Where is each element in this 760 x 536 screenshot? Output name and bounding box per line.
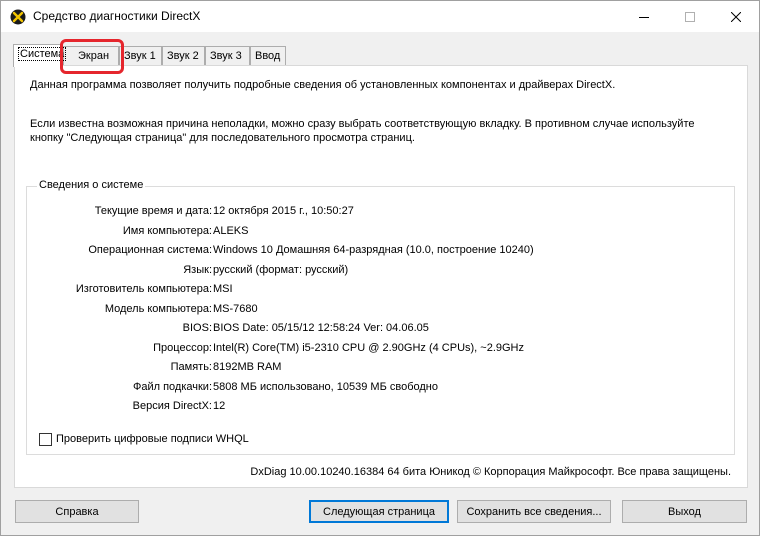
maximize-button[interactable] [667,1,713,32]
info-row-pagefile: Файл подкачки: 5808 МБ использовано, 105… [27,381,727,397]
info-row-memory: Память: 8192MB RAM [27,361,727,377]
info-value: 8192MB RAM [213,361,282,373]
info-label: Текущие время и дата: [94,205,212,217]
info-label: Память: [170,361,212,373]
info-value: 5808 МБ использовано, 10539 МБ свободно [213,380,438,393]
info-row-model: Модель компьютера: MS-7680 [27,303,727,319]
tab-sound-3-label: Звук 3 [210,50,242,62]
info-value: ALEKS [213,224,249,237]
info-row-directx-version: Версия DirectX: 12 [27,400,727,416]
info-label: Операционная система: [88,244,212,256]
title-bar[interactable]: Средство диагностики DirectX [1,1,759,32]
minimize-button[interactable] [621,1,667,32]
info-row-processor: Процессор: Intel(R) Core(TM) i5-2310 CPU… [27,342,727,358]
system-info-title: Сведения о системе [37,179,146,191]
info-row-bios: BIOS: BIOS Date: 05/15/12 12:58:24 Ver: … [27,322,727,338]
info-label: Имя компьютера: [122,224,212,237]
info-row-os: Операционная система: Windows 10 Домашня… [27,244,727,260]
info-value: 12 [213,400,226,412]
copyright-text: DxDiag 10.00.10240.16384 64 бита Юникод … [250,466,731,478]
info-label: Язык: [183,263,212,276]
intro-hint-text: Если известна возможная причина неполадк… [30,118,695,144]
info-label: Версия DirectX: [132,400,212,412]
info-row-datetime: Текущие время и дата: 12 октября 2015 г.… [27,205,727,221]
info-label: BIOS: [182,322,212,334]
info-value: MSI [213,283,233,295]
info-label: Файл подкачки: [132,380,212,393]
tab-display[interactable]: Экран [63,46,119,66]
window-title: Средство диагностики DirectX [33,9,201,23]
dxdiag-window: Средство диагностики DirectX Система Экр… [0,0,760,536]
info-label: Модель компьютера: [104,302,212,315]
info-value: MS-7680 [213,302,258,315]
whql-checkbox-label[interactable]: Проверить цифровые подписи WHQL [56,433,249,445]
tab-system-label: Система [18,47,67,61]
help-button[interactable]: Справка [15,500,139,523]
intro-text: Данная программа позволяет получить подр… [30,79,616,91]
tab-system[interactable]: Система [13,44,67,67]
whql-checkbox-row[interactable]: Проверить цифровые подписи WHQL [39,432,249,446]
tab-sound-3[interactable]: Звук 3 [205,46,250,66]
exit-button[interactable]: Выход [622,500,747,523]
info-value: Intel(R) Core(TM) i5-2310 CPU @ 2.90GHz … [213,341,524,354]
system-tab-panel: Данная программа позволяет получить подр… [14,65,748,488]
whql-checkbox[interactable] [39,432,52,446]
tab-sound-2-label: Звук 2 [167,50,199,62]
info-row-computer-name: Имя компьютера: ALEKS [27,225,727,241]
tab-input[interactable]: Ввод [250,46,286,66]
directx-icon [10,9,26,25]
tab-display-label: Экран [78,50,110,62]
next-page-button[interactable]: Следующая страница [309,500,449,523]
tab-sound-1[interactable]: Звук 1 [119,46,162,66]
info-value: русский (формат: русский) [213,263,349,276]
tab-sound-2[interactable]: Звук 2 [162,46,205,66]
info-label: Процессор: [153,341,212,354]
info-value: Windows 10 Домашняя 64-разрядная (10.0, … [213,244,534,256]
info-value: BIOS Date: 05/15/12 12:58:24 Ver: 04.06.… [213,322,429,334]
tab-input-label: Ввод [255,50,281,62]
tab-sound-1-label: Звук 1 [124,50,156,62]
system-info-group: Сведения о системе Текущие время и дата:… [26,179,735,455]
info-row-manufacturer: Изготовитель компьютера: MSI [27,283,727,299]
info-label: Изготовитель компьютера: [75,283,212,295]
info-value: 12 октября 2015 г., 10:50:27 [213,205,354,217]
info-row-language: Язык: русский (формат: русский) [27,264,727,280]
close-button[interactable] [713,1,759,32]
save-all-info-button[interactable]: Сохранить все сведения... [457,500,611,523]
